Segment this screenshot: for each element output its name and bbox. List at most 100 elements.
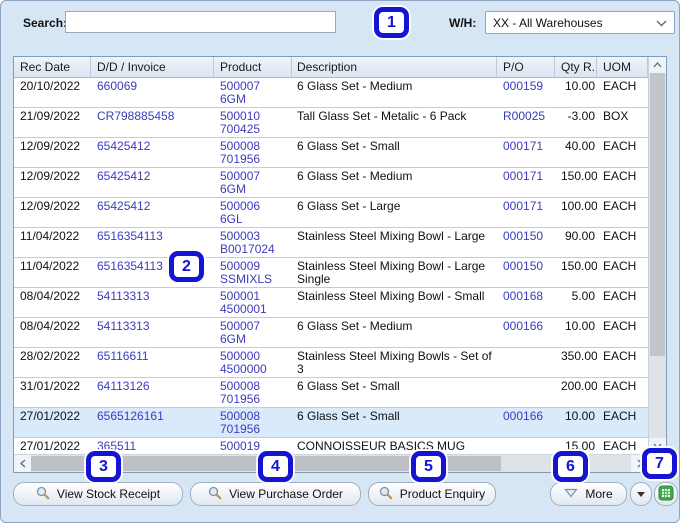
description-cell: Stainless Steel Mixing Bowl - Small bbox=[297, 289, 485, 303]
rec-date-cell: 28/02/2022 bbox=[20, 349, 81, 363]
qty-cell: 100.00 bbox=[561, 199, 597, 213]
uom-cell: EACH bbox=[603, 229, 637, 243]
product-enquiry-button[interactable]: Product Enquiry bbox=[368, 482, 496, 506]
rec-date-cell: 12/09/2022 bbox=[20, 169, 81, 183]
horizontal-scroll-track[interactable] bbox=[31, 455, 632, 472]
product-link[interactable]: 500006 6GL bbox=[214, 198, 292, 227]
invoice-link[interactable]: 64113126 bbox=[91, 378, 214, 407]
vertical-scrollbar[interactable] bbox=[648, 57, 666, 454]
table-row[interactable]: 12/09/2022 65425412 500006 6GL 6 Glass S… bbox=[14, 198, 648, 228]
export-to-excel-button[interactable] bbox=[654, 482, 678, 506]
po-link[interactable] bbox=[497, 378, 555, 407]
invoice-link[interactable]: 65116611 bbox=[91, 348, 214, 377]
uom-cell: EACH bbox=[603, 379, 637, 393]
po-link[interactable]: 000171 bbox=[497, 198, 555, 227]
column-header[interactable]: D/D / Invoice bbox=[91, 57, 214, 77]
excel-export-icon bbox=[658, 485, 674, 504]
view-purchase-order-label: View Purchase Order bbox=[229, 487, 343, 501]
po-link[interactable]: 000166 bbox=[497, 318, 555, 347]
invoice-link[interactable]: 660069 bbox=[91, 78, 214, 107]
column-header[interactable]: Description bbox=[292, 57, 497, 77]
more-split-button[interactable] bbox=[630, 482, 652, 506]
description-cell: Tall Glass Set - Metalic - 6 Pack bbox=[297, 109, 467, 123]
table-row[interactable]: 11/04/2022 6516354113 500003 B0017024 St… bbox=[14, 228, 648, 258]
product-link[interactable]: 500010 700425 bbox=[214, 108, 292, 137]
view-purchase-order-button[interactable]: View Purchase Order bbox=[190, 482, 361, 506]
product-link[interactable]: 500000 4500000 bbox=[214, 348, 292, 377]
table-row[interactable]: 28/02/2022 65116611 500000 4500000 Stain… bbox=[14, 348, 648, 378]
table-row[interactable]: 27/01/2022 6565126161 500008 701956 6 Gl… bbox=[14, 408, 648, 438]
uom-cell: EACH bbox=[603, 319, 637, 333]
table-row[interactable]: 08/04/2022 54113313 500007 6GM 6 Glass S… bbox=[14, 318, 648, 348]
scroll-up-icon[interactable] bbox=[649, 57, 666, 73]
po-link[interactable]: 000168 bbox=[497, 288, 555, 317]
po-link[interactable] bbox=[497, 348, 555, 377]
table-row[interactable]: 21/09/2022 CR798885458 500010 700425 Tal… bbox=[14, 108, 648, 138]
warehouse-dropdown[interactable]: XX - All Warehouses bbox=[485, 11, 675, 34]
product-link[interactable]: 500008 701956 bbox=[214, 378, 292, 407]
annotation-callout-3: 3 bbox=[86, 451, 121, 482]
table-row[interactable]: 12/09/2022 65425412 500008 701956 6 Glas… bbox=[14, 138, 648, 168]
vertical-scroll-thumb[interactable] bbox=[650, 73, 665, 356]
po-link[interactable]: 000150 bbox=[497, 228, 555, 257]
qty-cell: 90.00 bbox=[564, 229, 595, 243]
qty-cell: 10.00 bbox=[564, 319, 595, 333]
po-link[interactable]: 000166 bbox=[497, 408, 555, 437]
magnifier-icon bbox=[379, 486, 393, 503]
po-link[interactable]: R00025 bbox=[497, 108, 555, 137]
column-header[interactable]: Qty R... bbox=[555, 57, 597, 77]
search-input[interactable] bbox=[65, 11, 336, 33]
rec-date-cell: 21/09/2022 bbox=[20, 109, 81, 123]
product-link[interactable]: 500007 6GM bbox=[214, 168, 292, 197]
view-stock-receipt-button[interactable]: View Stock Receipt bbox=[13, 482, 183, 506]
qty-cell: 10.00 bbox=[564, 79, 595, 93]
po-link[interactable]: 000159 bbox=[497, 78, 555, 107]
uom-cell: EACH bbox=[603, 409, 637, 423]
table-row[interactable]: 08/04/2022 54113313 500001 4500001 Stain… bbox=[14, 288, 648, 318]
description-cell: CONNOISSEUR BASICS MUG bbox=[297, 439, 466, 453]
uom-cell: EACH bbox=[603, 439, 637, 453]
column-header[interactable]: UOM bbox=[597, 57, 648, 77]
table-row[interactable]: 31/01/2022 64113126 500008 701956 6 Glas… bbox=[14, 378, 648, 408]
annotation-callout-6: 6 bbox=[553, 451, 588, 482]
vertical-scroll-track[interactable] bbox=[649, 73, 666, 438]
invoice-link[interactable]: 54113313 bbox=[91, 288, 214, 317]
scroll-left-icon[interactable] bbox=[14, 455, 31, 472]
column-header[interactable]: Rec Date bbox=[14, 57, 91, 77]
po-link[interactable] bbox=[497, 438, 555, 454]
caret-down-icon bbox=[637, 491, 645, 497]
qty-cell: 350.00 bbox=[561, 349, 597, 363]
po-link[interactable]: 000171 bbox=[497, 138, 555, 167]
product-link[interactable]: 500007 6GM bbox=[214, 318, 292, 347]
uom-cell: EACH bbox=[603, 199, 637, 213]
invoice-link[interactable]: 54113313 bbox=[91, 318, 214, 347]
magnifier-icon bbox=[36, 486, 50, 503]
table-row[interactable]: 11/04/2022 6516354113 500009 SSMIXLS Sta… bbox=[14, 258, 648, 288]
product-link[interactable]: 500009 SSMIXLS bbox=[214, 258, 292, 287]
more-button[interactable]: More bbox=[550, 482, 627, 506]
invoice-link[interactable]: 65425412 bbox=[91, 198, 214, 227]
product-link[interactable]: 500007 6GM bbox=[214, 78, 292, 107]
uom-cell: EACH bbox=[603, 169, 637, 183]
product-link[interactable]: 500003 B0017024 bbox=[214, 228, 292, 257]
more-label: More bbox=[585, 487, 613, 501]
po-link[interactable]: 000150 bbox=[497, 258, 555, 287]
invoice-link[interactable]: 65425412 bbox=[91, 168, 214, 197]
invoice-link[interactable]: 6565126161 bbox=[91, 408, 214, 437]
qty-cell: 150.00 bbox=[561, 259, 597, 273]
column-header[interactable]: Product bbox=[214, 57, 292, 77]
invoice-link[interactable]: 65425412 bbox=[91, 138, 214, 167]
product-link[interactable]: 500001 4500001 bbox=[214, 288, 292, 317]
product-link[interactable]: 500008 701956 bbox=[214, 408, 292, 437]
magnifier-icon bbox=[208, 486, 222, 503]
rec-date-cell: 08/04/2022 bbox=[20, 289, 81, 303]
product-link[interactable]: 500008 701956 bbox=[214, 138, 292, 167]
table-row[interactable]: 12/09/2022 65425412 500007 6GM 6 Glass S… bbox=[14, 168, 648, 198]
qty-cell: 40.00 bbox=[564, 139, 595, 153]
table-row[interactable]: 20/10/2022 660069 500007 6GM 6 Glass Set… bbox=[14, 78, 648, 108]
uom-cell: BOX bbox=[603, 109, 629, 123]
invoice-link[interactable]: CR798885458 bbox=[91, 108, 214, 137]
table-header-row: Rec Date D/D / Invoice Product Description P… bbox=[14, 57, 648, 78]
po-link[interactable]: 000171 bbox=[497, 168, 555, 197]
column-header[interactable]: P/O bbox=[497, 57, 555, 77]
